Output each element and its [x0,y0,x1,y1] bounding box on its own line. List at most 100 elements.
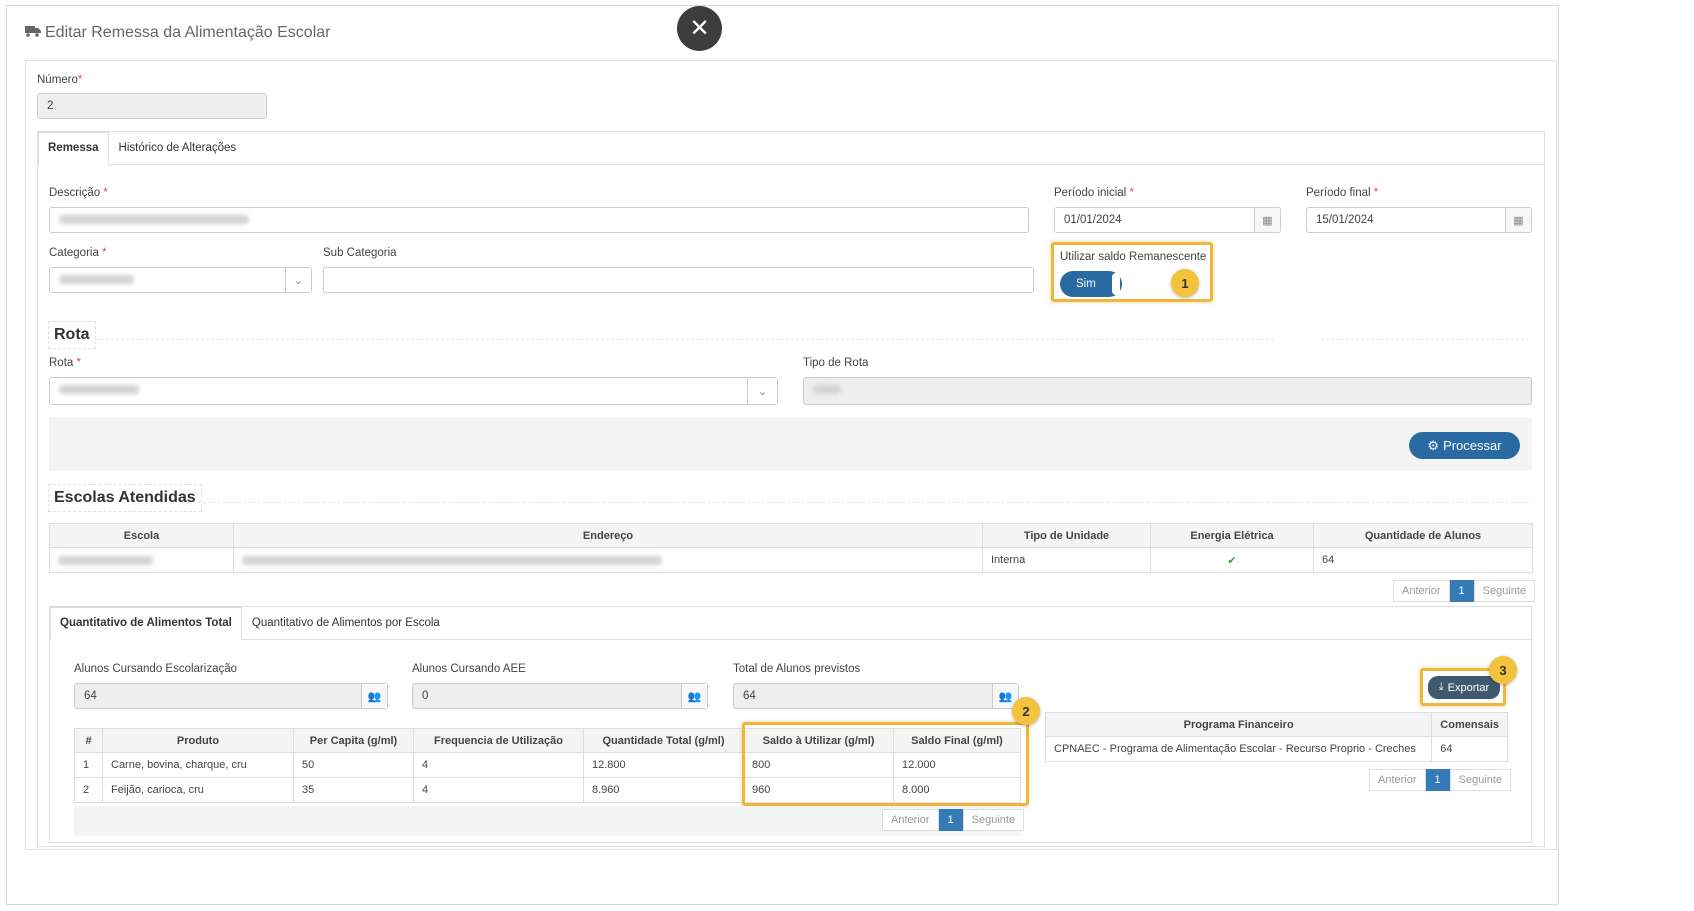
users-icon: 👥 [361,684,387,708]
col-programa[interactable]: Programa Financeiro [1044,712,1433,737]
periodo-final-value: 15/01/2024 [1316,214,1374,226]
tab-historico[interactable]: Histórico de Alterações [109,132,247,164]
pager-next[interactable]: Seguinte [962,809,1025,831]
pager-prev[interactable]: Anterior [882,809,939,831]
periodo-inicial-value: 01/01/2024 [1064,214,1122,226]
escolarizacao-label: Alunos Cursando Escolarização [74,663,238,675]
tab-alimentos-escola[interactable]: Quantitativo de Alimentos por Escola [242,607,450,639]
pager-next[interactable]: Seguinte [1473,580,1536,602]
pager-prev[interactable]: Anterior [1369,769,1426,791]
aee-field[interactable]: 0 👥 [412,683,708,709]
periodo-final-input[interactable]: 15/01/2024 ▦ [1306,207,1532,233]
periodo-inicial-input[interactable]: 01/01/2024 ▦ [1054,207,1281,233]
aee-value: 0 [422,690,429,702]
chevron-down-icon[interactable]: ⌄ [285,268,311,292]
pager-bar [74,806,1021,836]
categoria-label: Categoria * [49,247,107,259]
total-alunos-value: 64 [743,690,756,702]
cell: 64 [1431,736,1508,762]
sub-categoria-label: Sub Categoria [323,247,397,259]
close-icon[interactable]: ✕ [689,14,709,43]
aee-label: Alunos Cursando AEE [412,663,526,675]
col-index[interactable]: # [74,728,103,753]
pager-page[interactable]: 1 [1425,769,1450,791]
modal-title-text: Editar Remessa da Alimentação Escolar [45,24,331,41]
col-tipo-unidade[interactable]: Tipo de Unidade [982,523,1151,548]
close-button[interactable]: ✕ [677,6,722,51]
cell: 1 [74,752,103,778]
col-quantidade-total[interactable]: Quantidade Total (g/ml) [583,728,744,753]
escolas-section-title: Escolas Atendidas [48,484,202,512]
main-tabs: Remessa Histórico de Alterações [38,132,1544,165]
chevron-down-icon[interactable]: ⌄ [747,378,777,404]
total-alunos-field[interactable]: 64 👥 [733,683,1019,709]
rota-select[interactable]: ⌄ [49,377,778,405]
quantidade-cell: 64 [1313,547,1533,573]
descricao-input[interactable] [49,207,1029,233]
cell: 35 [293,777,414,803]
tab-panel: Remessa Histórico de Alterações Descriçã… [37,131,1545,847]
table-row[interactable]: Interna ✔ 64 [49,547,1533,573]
col-quantidade[interactable]: Quantidade de Alunos [1313,523,1533,548]
modal-title: Editar Remessa da Alimentação Escolar [25,24,330,42]
table-row[interactable]: CPNAEC - Programa de Alimentação Escolar… [1044,736,1508,762]
tipo-rota-field[interactable] [803,377,1532,405]
pager-page[interactable]: 1 [1449,580,1474,602]
tab-remessa[interactable]: Remessa [38,132,109,165]
cell: 50 [293,752,414,778]
col-comensais[interactable]: Comensais [1431,712,1508,737]
pager-page[interactable]: 1 [938,809,963,831]
callout-3: 3 [1489,656,1517,684]
numero-label: Número* [37,74,83,86]
cell: Carne, bovina, charque, cru [102,752,294,778]
callout-1: 1 [1171,269,1199,297]
col-per-capita[interactable]: Per Capita (g/ml) [293,728,414,753]
sub-categoria-input[interactable] [323,267,1034,293]
callout-2: 2 [1012,697,1040,725]
escolas-pager: Anterior 1 Seguinte [1393,580,1536,602]
escolarizacao-field[interactable]: 64 👥 [74,683,388,709]
periodo-inicial-label: Período inicial * [1054,187,1134,199]
tipo-rota-label: Tipo de Rota [803,357,869,369]
processar-label: Processar [1443,438,1502,453]
users-icon: 👥 [681,684,707,708]
cell: Feijão, carioca, cru [102,777,294,803]
col-endereco[interactable]: Endereço [233,523,983,548]
pager-next[interactable]: Seguinte [1449,769,1512,791]
cell: CPNAEC - Programa de Alimentação Escolar… [1044,736,1433,762]
rota-label: Rota * [49,357,81,369]
escola-cell [49,547,234,573]
produtos-pager: Anterior 1 Seguinte [882,809,1025,831]
divider [193,502,1529,503]
pager-prev[interactable]: Anterior [1393,580,1450,602]
calendar-icon[interactable]: ▦ [1254,208,1280,232]
col-frequencia[interactable]: Frequencia de Utilização [413,728,584,753]
highlight-box-2 [742,722,1029,806]
processar-button[interactable]: ⚙ Processar [1409,432,1520,459]
food-tabs: Quantitativo de Alimentos Total Quantita… [50,607,1531,640]
categoria-select[interactable]: ⌄ [49,267,312,293]
total-alunos-label: Total de Alunos previstos [733,663,861,675]
col-escola[interactable]: Escola [49,523,234,548]
calendar-icon[interactable]: ▦ [1505,208,1531,232]
gears-icon: ⚙ [1427,437,1440,453]
check-icon: ✔ [1150,547,1314,573]
cell: 8.960 [583,777,744,803]
cell: 12.800 [583,752,744,778]
programa-table: Programa Financeiro Comensais CPNAEC - P… [1044,712,1508,762]
col-produto[interactable]: Produto [102,728,294,753]
truck-icon [25,24,41,42]
col-energia[interactable]: Energia Elétrica [1150,523,1314,548]
escolarizacao-value: 64 [84,690,97,702]
descricao-label: Descrição * [49,187,108,199]
programa-pager: Anterior 1 Seguinte [1369,769,1512,791]
cell: 4 [413,777,584,803]
numero-field[interactable]: 2 [37,93,267,119]
tipo-cell: Interna [982,547,1151,573]
food-panel: Quantitativo de Alimentos Total Quantita… [49,606,1532,843]
tab-alimentos-total[interactable]: Quantitativo de Alimentos Total [50,607,242,640]
action-bar [49,417,1532,471]
divider [1321,339,1529,340]
endereco-cell [233,547,983,573]
form-container: Número* 2 Remessa Histórico de Alteraçõe… [25,60,1557,850]
